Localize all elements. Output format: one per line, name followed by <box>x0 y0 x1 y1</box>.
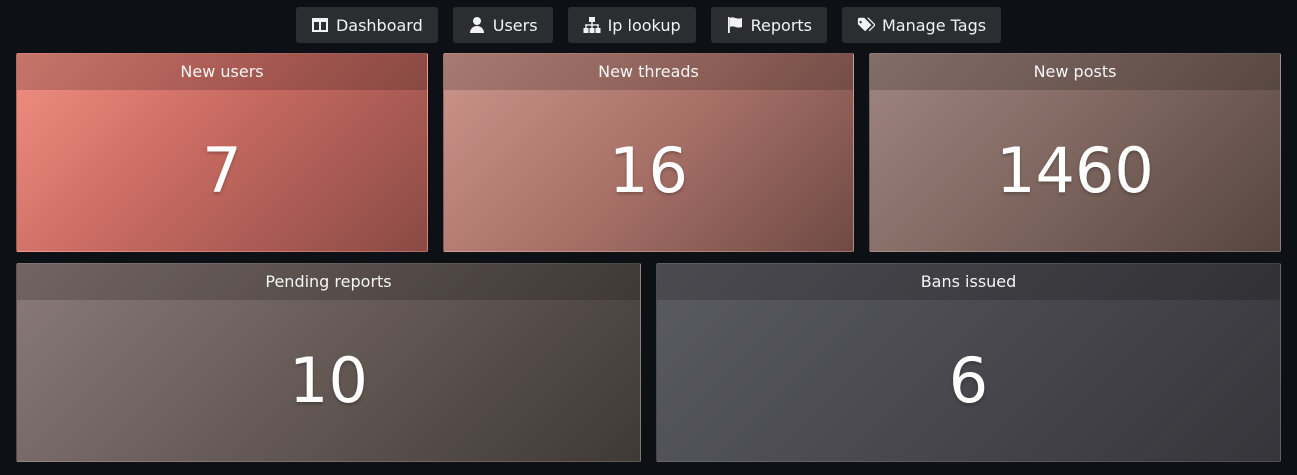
stat-card-value: 16 <box>609 134 688 207</box>
stat-card-value: 1460 <box>996 134 1154 207</box>
nav-dashboard-label: Dashboard <box>335 15 423 35</box>
user-icon <box>468 16 486 34</box>
dashboard-icon <box>311 16 329 34</box>
stat-card-value: 10 <box>289 344 368 417</box>
stat-card-title: New users <box>17 54 427 90</box>
stat-card-title: Bans issued <box>657 264 1280 300</box>
stat-card-value: 6 <box>948 344 989 417</box>
nav-reports-button[interactable]: Reports <box>710 7 827 43</box>
top-nav: Dashboard Users Ip lookup Reports Manage… <box>0 7 1297 43</box>
nav-ip-lookup-label: Ip lookup <box>607 15 681 35</box>
stat-card-new-users: New users 7 <box>16 53 428 252</box>
stat-card-title: New posts <box>870 54 1280 90</box>
nav-users-button[interactable]: Users <box>452 7 553 43</box>
stat-card-title: New threads <box>444 54 853 90</box>
network-icon <box>583 16 601 34</box>
tags-icon <box>857 16 875 34</box>
stat-card-title: Pending reports <box>17 264 640 300</box>
stat-card-new-posts: New posts 1460 <box>869 53 1281 252</box>
nav-manage-tags-label: Manage Tags <box>882 15 987 35</box>
flag-icon <box>726 16 744 34</box>
nav-ip-lookup-button[interactable]: Ip lookup <box>567 7 696 43</box>
nav-users-label: Users <box>492 15 538 35</box>
stat-card-pending-reports: Pending reports 10 <box>16 263 641 462</box>
stat-card-bans-issued: Bans issued 6 <box>656 263 1281 462</box>
stat-card-new-threads: New threads 16 <box>443 53 854 252</box>
nav-reports-label: Reports <box>750 15 812 35</box>
nav-manage-tags-button[interactable]: Manage Tags <box>842 7 1002 43</box>
nav-dashboard-button[interactable]: Dashboard <box>295 7 438 43</box>
stat-card-value: 7 <box>202 134 242 207</box>
